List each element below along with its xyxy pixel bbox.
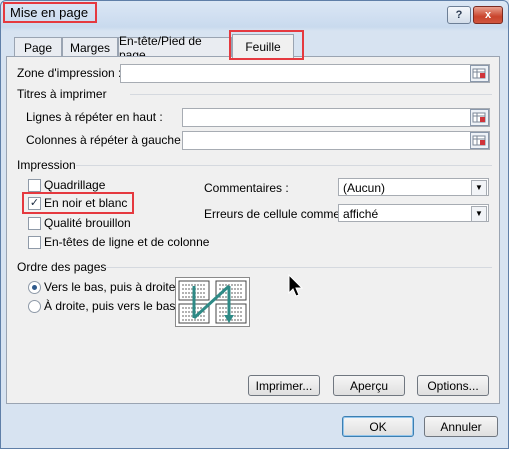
row-col-headings-checkbox[interactable] bbox=[28, 236, 41, 249]
draft-quality-checkbox[interactable] bbox=[28, 217, 41, 230]
black-white-highlight bbox=[22, 192, 134, 214]
rows-range-button[interactable] bbox=[470, 109, 489, 126]
range-select-icon bbox=[472, 112, 486, 123]
gridlines-label: Quadrillage bbox=[44, 178, 106, 192]
page-order-diagram-icon bbox=[178, 280, 247, 324]
over-then-down-radio[interactable] bbox=[28, 300, 41, 313]
rows-to-repeat-input[interactable] bbox=[182, 108, 490, 127]
tab-margins[interactable]: Marges bbox=[62, 37, 118, 57]
title-highlight bbox=[3, 2, 97, 23]
help-button[interactable]: ? bbox=[447, 6, 471, 24]
rows-to-repeat-label: Lignes à répéter en haut : bbox=[26, 110, 163, 124]
print-titles-divider bbox=[130, 94, 492, 95]
sheet-tab-highlight bbox=[229, 30, 304, 60]
cell-errors-label: Erreurs de cellule comme : bbox=[204, 207, 347, 221]
over-then-down-label: À droite, puis vers le bas bbox=[44, 299, 176, 313]
cell-errors-value: affiché bbox=[343, 207, 379, 221]
row-col-headings-label: En-têtes de ligne et de colonne bbox=[44, 235, 210, 249]
cols-range-button[interactable] bbox=[470, 132, 489, 149]
gridlines-checkbox[interactable] bbox=[28, 179, 41, 192]
range-select-icon bbox=[472, 68, 486, 79]
cols-to-repeat-input[interactable] bbox=[182, 131, 490, 150]
draft-quality-label: Qualité brouillon bbox=[44, 216, 131, 230]
tab-page[interactable]: Page bbox=[14, 37, 62, 57]
print-divider bbox=[76, 165, 492, 166]
close-button[interactable]: x bbox=[473, 6, 503, 24]
ok-button[interactable]: OK bbox=[342, 416, 414, 437]
preview-button[interactable]: Aperçu bbox=[333, 375, 405, 396]
cell-errors-select[interactable]: affiché ▼ bbox=[338, 204, 489, 222]
print-area-range-button[interactable] bbox=[470, 65, 489, 82]
comments-label: Commentaires : bbox=[204, 181, 289, 195]
comments-select[interactable]: (Aucun) ▼ bbox=[338, 178, 489, 196]
tab-header-footer[interactable]: En-tête/Pied de page bbox=[118, 34, 232, 62]
cancel-button[interactable]: Annuler bbox=[424, 416, 498, 437]
options-button[interactable]: Options... bbox=[417, 375, 489, 396]
cols-to-repeat-label: Colonnes à répéter à gauche : bbox=[26, 133, 188, 147]
comments-value: (Aucun) bbox=[343, 181, 386, 195]
down-then-over-radio[interactable] bbox=[28, 281, 41, 294]
mouse-cursor-icon bbox=[288, 274, 304, 297]
print-titles-heading: Titres à imprimer bbox=[17, 87, 107, 101]
down-then-over-label: Vers le bas, puis à droite bbox=[44, 280, 176, 294]
page-order-divider bbox=[104, 267, 492, 268]
print-heading: Impression bbox=[17, 158, 76, 172]
chevron-down-icon: ▼ bbox=[471, 180, 487, 196]
print-area-label: Zone d'impression : bbox=[17, 66, 122, 80]
page-order-preview bbox=[175, 277, 250, 327]
print-area-input[interactable] bbox=[120, 64, 490, 83]
range-select-icon bbox=[472, 135, 486, 146]
print-button[interactable]: Imprimer... bbox=[248, 375, 320, 396]
chevron-down-icon: ▼ bbox=[471, 206, 487, 222]
page-order-heading: Ordre des pages bbox=[17, 260, 107, 274]
